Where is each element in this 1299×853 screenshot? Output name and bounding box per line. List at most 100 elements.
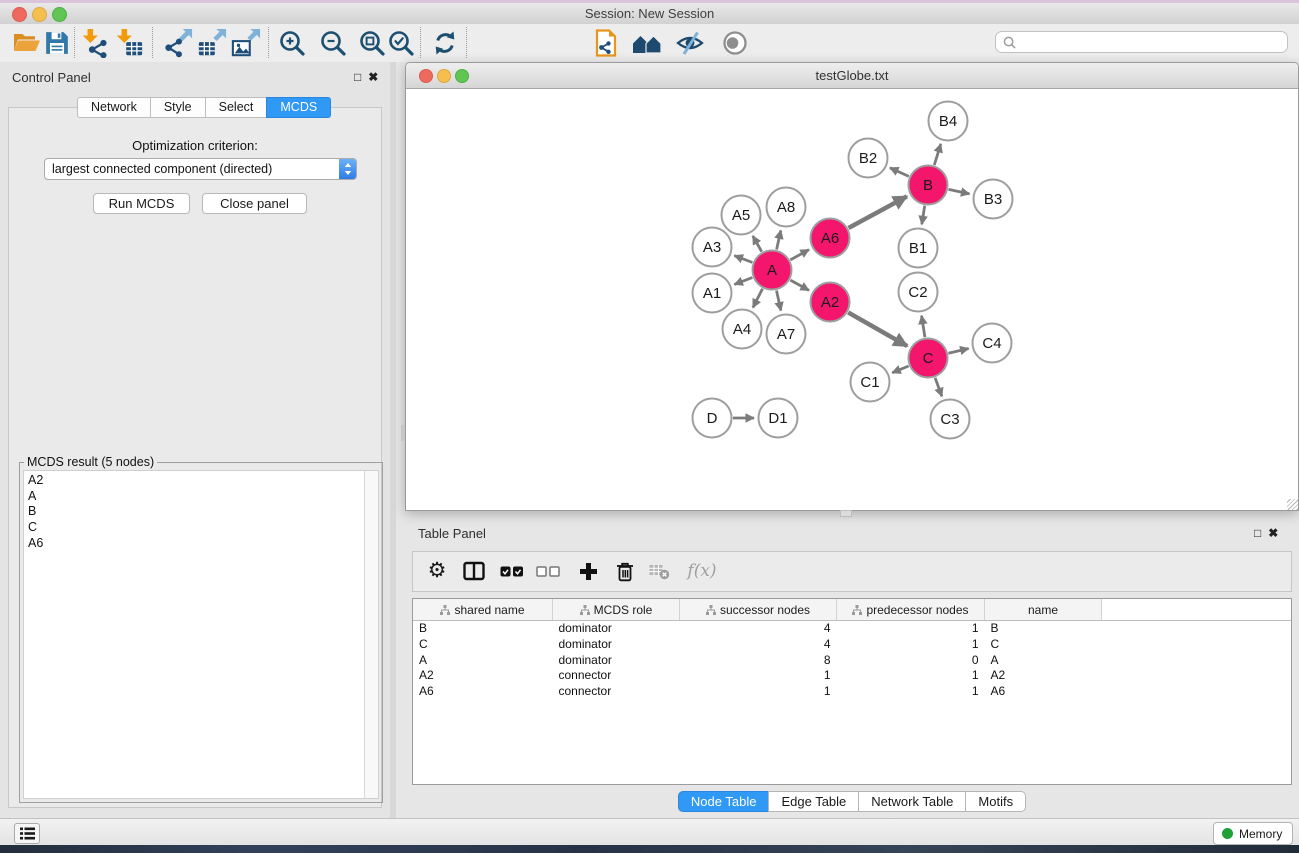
graph-node-C4[interactable]: C4: [973, 324, 1012, 363]
zoom-in-icon[interactable]: [277, 28, 307, 58]
graph-node-A3[interactable]: A3: [693, 228, 732, 267]
tab-edge-table[interactable]: Edge Table: [768, 791, 859, 812]
edge-B-B1[interactable]: [922, 206, 925, 225]
edge-B-B4[interactable]: [934, 144, 941, 165]
open-session-icon[interactable]: [12, 28, 42, 58]
edge-C-C3[interactable]: [935, 378, 942, 397]
graph-node-D1[interactable]: D1: [759, 399, 798, 438]
refresh-icon[interactable]: [430, 28, 460, 58]
network-canvas[interactable]: AA1A2A3A4A5A6A7A8BB1B2B3B4CC1C2C3C4DD1: [406, 89, 1298, 510]
session-file-icon[interactable]: [591, 28, 621, 58]
graph-node-A2[interactable]: A2: [811, 283, 850, 322]
split-pane-handle[interactable]: [840, 510, 852, 517]
table-row-A6[interactable]: A6connector11A6: [413, 684, 1291, 700]
graph-node-C3[interactable]: C3: [931, 400, 970, 439]
delete-table-icon[interactable]: [645, 557, 673, 585]
column-header-successor-nodes[interactable]: successor nodes: [680, 599, 837, 621]
graph-node-B4[interactable]: B4: [929, 102, 968, 141]
search-field[interactable]: [995, 31, 1288, 53]
window-resize-grip[interactable]: [1287, 499, 1298, 510]
table-row-C[interactable]: Cdominator41C: [413, 637, 1291, 653]
graph-node-A[interactable]: A: [753, 251, 792, 290]
zoom-out-icon[interactable]: [318, 28, 348, 58]
graph-node-B[interactable]: B: [909, 166, 948, 205]
settings-gear-icon[interactable]: ⚙: [423, 557, 451, 585]
mcds-result-item[interactable]: A6: [24, 536, 378, 552]
network-view-window[interactable]: testGlobe.txt AA1A2A3A4A5A6A7A8BB1B2B3B4…: [405, 62, 1299, 511]
tab-mcds[interactable]: MCDS: [266, 97, 331, 118]
table-row-B[interactable]: Bdominator41B: [413, 621, 1291, 637]
column-header-mcds-role[interactable]: MCDS role: [553, 599, 680, 621]
result-list-scrollbar[interactable]: [364, 471, 378, 798]
edge-A-A5[interactable]: [753, 236, 762, 252]
import-table-icon[interactable]: [114, 28, 144, 58]
edge-B-B2[interactable]: [890, 168, 909, 177]
zoom-fit-icon[interactable]: [357, 28, 387, 58]
edge-C-C2[interactable]: [922, 316, 925, 338]
graph-node-A5[interactable]: A5: [722, 196, 761, 235]
toggle-column-view-icon[interactable]: [460, 557, 488, 585]
criterion-dropdown[interactable]: largest connected component (directed): [44, 158, 357, 180]
table-row-A[interactable]: Adominator80A: [413, 652, 1291, 668]
run-mcds-button[interactable]: Run MCDS: [93, 193, 190, 214]
tab-style[interactable]: Style: [150, 97, 206, 118]
select-all-columns-icon[interactable]: [498, 557, 526, 585]
mcds-result-item[interactable]: A2: [24, 473, 378, 489]
home-network-icon[interactable]: [632, 28, 662, 58]
graph-node-D[interactable]: D: [693, 399, 732, 438]
graph-node-A6[interactable]: A6: [811, 219, 850, 258]
edge-A-A2[interactable]: [790, 280, 809, 290]
edge-C-C1[interactable]: [892, 366, 908, 373]
column-header-name[interactable]: name: [985, 599, 1102, 621]
preview-eye-icon[interactable]: [720, 28, 750, 58]
graph-node-B1[interactable]: B1: [899, 229, 938, 268]
app-titlebar[interactable]: Session: New Session: [0, 3, 1299, 25]
edge-A2-C[interactable]: [848, 312, 907, 346]
column-header-shared-name[interactable]: shared name: [413, 599, 553, 621]
edge-A-A1[interactable]: [734, 278, 752, 285]
tab-motifs[interactable]: Motifs: [965, 791, 1026, 812]
network-window-titlebar[interactable]: testGlobe.txt: [406, 63, 1298, 89]
mcds-result-item[interactable]: B: [24, 504, 378, 520]
table-row-A2[interactable]: A2connector11A2: [413, 668, 1291, 684]
memory-button[interactable]: Memory: [1213, 822, 1293, 845]
import-network-icon[interactable]: [80, 28, 110, 58]
export-network-icon[interactable]: [163, 28, 193, 58]
save-session-icon[interactable]: [42, 28, 72, 58]
tab-network-table[interactable]: Network Table: [858, 791, 966, 812]
network-scrollbar-thumb[interactable]: [401, 425, 405, 441]
edge-A-A7[interactable]: [777, 291, 781, 311]
graph-node-C2[interactable]: C2: [899, 273, 938, 312]
edge-A-A6[interactable]: [790, 250, 809, 260]
close-panel-icon[interactable]: ✖: [368, 70, 385, 84]
mcds-result-item[interactable]: C: [24, 520, 378, 536]
node-table[interactable]: shared nameMCDS rolesuccessor nodesprede…: [412, 598, 1292, 785]
dropdown-stepper-icon[interactable]: [339, 159, 356, 179]
graph-node-A8[interactable]: A8: [767, 188, 806, 227]
graph-node-A7[interactable]: A7: [767, 315, 806, 354]
close-table-panel-icon[interactable]: ✖: [1268, 526, 1285, 540]
tab-node-table[interactable]: Node Table: [678, 791, 770, 812]
edge-A6-B[interactable]: [849, 196, 907, 228]
search-input[interactable]: [1021, 34, 1287, 50]
graph-node-B3[interactable]: B3: [974, 180, 1013, 219]
column-header-predecessor-nodes[interactable]: predecessor nodes: [837, 599, 985, 621]
panel-menu-button[interactable]: [14, 823, 40, 844]
edge-A-A8[interactable]: [777, 230, 781, 249]
mcds-result-item[interactable]: A: [24, 489, 378, 505]
deselect-all-columns-icon[interactable]: [534, 557, 562, 585]
delete-column-icon[interactable]: [611, 557, 639, 585]
graph-node-C[interactable]: C: [909, 339, 948, 378]
float-panel-icon[interactable]: □: [354, 70, 368, 84]
edge-A-A3[interactable]: [734, 256, 752, 263]
graph-node-A4[interactable]: A4: [723, 310, 762, 349]
function-builder-icon[interactable]: f(x): [685, 557, 719, 585]
edge-A-A4[interactable]: [753, 289, 763, 308]
close-panel-button[interactable]: Close panel: [202, 193, 307, 214]
graph-node-A1[interactable]: A1: [693, 274, 732, 313]
edge-C-C4[interactable]: [948, 349, 968, 354]
edge-B-B3[interactable]: [949, 189, 970, 194]
export-table-icon[interactable]: [197, 28, 227, 58]
float-table-panel-icon[interactable]: □: [1254, 526, 1268, 540]
tab-network[interactable]: Network: [77, 97, 151, 118]
